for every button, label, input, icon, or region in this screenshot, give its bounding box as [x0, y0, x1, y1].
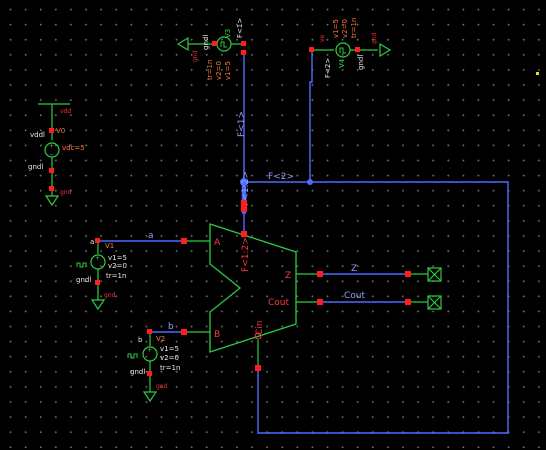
alu-body: [209, 223, 297, 353]
source-name: a: [90, 238, 94, 246]
gnd-name: gndl: [130, 368, 145, 376]
gnd-name: gndl: [76, 276, 91, 284]
junction-dot: [307, 179, 313, 185]
gnd-label: gnd: [156, 383, 168, 390]
instance-label: V0: [56, 127, 65, 135]
alu-pin-cout: Cout: [268, 298, 289, 308]
param-v2: v2=0: [215, 61, 223, 80]
schematic-drawing[interactable]: F<1> F<2> F<1:2> a b Z Cout gndl gnd V3 …: [0, 0, 546, 450]
alu-pin-z: Z: [285, 271, 291, 281]
pulse-icon: [76, 262, 87, 268]
param-v2: v2=0: [160, 354, 179, 362]
instance-label: V1: [105, 242, 114, 250]
instance-label: V3: [224, 29, 232, 38]
source-net-label: F<1>: [236, 18, 244, 38]
vdd-label: vdd: [60, 108, 71, 115]
pulse-icon: [127, 353, 138, 359]
param-tr: tr=1n: [350, 18, 358, 38]
pulse-source-f1[interactable]: gndl gnd V3 F<1> tr=1n v2=0 v1=5: [176, 18, 246, 80]
svg-text:+: +: [95, 255, 100, 262]
alu-pin-cin: Cin: [255, 321, 265, 336]
net-label-f2: F<2>: [268, 172, 294, 182]
param-tr: tr=1n: [160, 364, 180, 372]
param-v2: v2=0: [341, 19, 349, 38]
pulse-source-f2[interactable]: F<2> V4 gndl gnd v1=5 v2=0 tr=1n ve: [309, 18, 392, 78]
dc-source-vdd[interactable]: + − vdd vddl V0 vdc=5 gndl gnd: [28, 103, 85, 207]
net-label-z: Z: [351, 264, 357, 274]
net-label-f1: F<1>: [237, 111, 247, 137]
ground-icon: [90, 299, 106, 311]
gnd-label: gnd: [60, 189, 72, 196]
wires: [98, 52, 509, 434]
param-tr: tr=1n: [106, 272, 126, 280]
ground-icon: [44, 195, 60, 207]
pulse-source-a[interactable]: + a V1 v1=5 v2=0 tr=1n gndl gnd: [76, 238, 127, 311]
wire-f2: [244, 52, 313, 183]
origin-marker: [536, 72, 539, 75]
instance-label: V4: [338, 58, 346, 68]
instance-label: V2: [156, 335, 165, 343]
net-label-a: a: [148, 231, 154, 241]
alu-symbol[interactable]: A B Z Cout F<1:2> Cin: [181, 223, 323, 371]
net-label-b: b: [168, 322, 174, 332]
param-v1: v1=5: [160, 345, 179, 353]
param-vdc: vdc=5: [62, 144, 85, 152]
source-net-label: F<2>: [324, 58, 332, 78]
param-tr: tr=1n: [206, 60, 214, 80]
param-ve: ve: [319, 34, 326, 42]
bus-marker: [241, 200, 247, 212]
net-label-cout: Cout: [344, 291, 365, 301]
gnd-name: gndl: [202, 35, 210, 50]
svg-text:+: +: [147, 347, 152, 354]
pulse-source-b[interactable]: + b V2 v1=5 v2=0 tr=1n gndl gnd: [127, 329, 180, 403]
source-name: b: [138, 336, 143, 344]
vdd-name: vddl: [30, 131, 45, 139]
gnd-label: gnd: [104, 292, 116, 299]
ground-icon: [176, 36, 189, 52]
svg-text:+: +: [49, 143, 54, 150]
ground-icon: [379, 42, 392, 58]
svg-text:−: −: [49, 151, 54, 158]
param-v1: v1=5: [224, 61, 232, 80]
ground-icon: [142, 391, 158, 403]
param-v1: v1=5: [332, 19, 340, 38]
param-v1: v1=5: [108, 254, 127, 262]
gnd-label: gnd: [371, 32, 378, 44]
alu-pin-f: F<1:2>: [241, 237, 251, 272]
gnd-name: gndl: [28, 163, 43, 171]
alu-pin-b: B: [214, 330, 220, 340]
param-v2: v2=0: [108, 262, 127, 270]
output-terminal-z[interactable]: [405, 267, 442, 282]
alu-pin-a: A: [214, 238, 221, 248]
gnd-label: gnd: [192, 50, 199, 62]
output-terminal-cout[interactable]: [405, 295, 442, 310]
gnd-name: gndl: [357, 55, 365, 70]
